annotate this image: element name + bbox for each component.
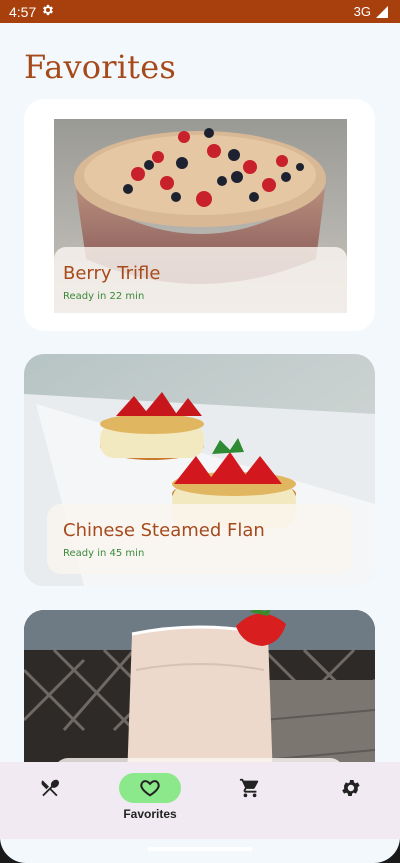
nav-item-favorites[interactable]: Favorites	[100, 762, 200, 839]
page-title: Favorites	[24, 48, 177, 86]
nav-icon-container	[219, 773, 281, 803]
bottom-navigation: Favorites	[0, 762, 400, 839]
nav-item-recipes[interactable]	[0, 762, 100, 839]
status-bar: 4:57 3G	[0, 0, 400, 23]
utensils-icon	[41, 779, 59, 797]
network-type: 3G	[353, 4, 371, 19]
recipe-time: Ready in 22 min	[63, 291, 145, 302]
nav-icon-container	[119, 773, 181, 803]
recipe-title: Chinese Steamed Flan	[63, 520, 265, 541]
gear-icon	[342, 780, 360, 796]
app-screen: 4:57 3G Favorites Berry Trifle Ready in …	[0, 0, 400, 863]
home-indicator[interactable]	[148, 847, 252, 851]
recipe-card[interactable]: Chinese Steamed Flan Ready in 45 min	[24, 354, 375, 586]
nav-item-cart[interactable]	[200, 762, 300, 839]
recipe-info: Berry Trifle Ready in 22 min	[54, 247, 347, 313]
recipe-card[interactable]: Berry Trifle Ready in 22 min	[24, 99, 375, 331]
heart-icon	[140, 780, 160, 797]
nav-icon-container	[19, 773, 81, 803]
gear-icon	[41, 3, 55, 20]
recipe-time: Ready in 45 min	[63, 548, 145, 559]
nav-label-favorites: Favorites	[123, 807, 177, 821]
nav-icon-container	[319, 773, 381, 803]
nav-item-settings[interactable]	[300, 762, 400, 839]
status-time: 4:57	[9, 3, 37, 20]
recipe-info: Chinese Steamed Flan Ready in 45 min	[47, 504, 352, 574]
recipe-title: Berry Trifle	[63, 263, 161, 284]
cart-icon	[239, 778, 259, 798]
signal-icon	[376, 5, 388, 18]
